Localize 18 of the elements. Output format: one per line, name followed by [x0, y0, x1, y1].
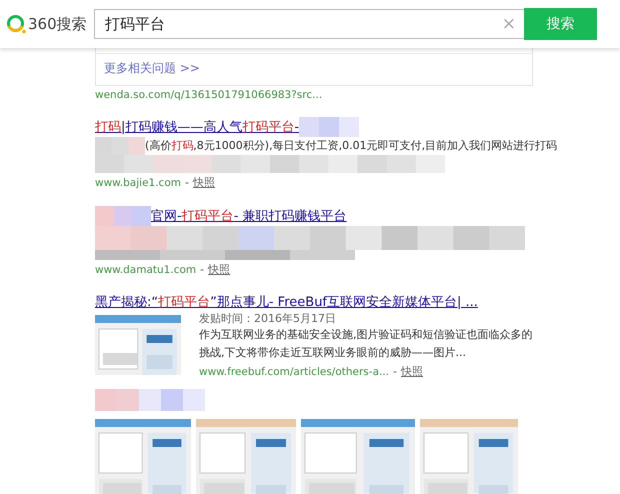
result-snippet: (高价打码,8元1000积分),每日支付工资,0.01元即可支付,目前加入我们网站进行打码 — [145, 138, 558, 154]
result-url[interactable]: www.bajie1.com — [95, 177, 181, 189]
result-snippet: 作为互联网业务的基础安全设施,图片验证码和短信验证也面临众多的挑战,下文将带你走近互联网业务眼前的威胁——图片... — [199, 327, 534, 361]
search-field[interactable]: 打码平台 × — [94, 9, 524, 39]
snapshot-link[interactable]: 快照 — [192, 176, 215, 189]
logo-icon — [6, 14, 26, 34]
separator: - — [184, 176, 189, 189]
separator: - — [393, 365, 397, 378]
result-url[interactable]: wenda.so.com/q/1361501791066983?src... — [95, 89, 620, 101]
result-url[interactable]: www.damatu1.com — [95, 264, 196, 276]
blur-mask — [299, 117, 360, 137]
separator: - — [200, 263, 204, 276]
snapshot-link[interactable]: 快照 — [401, 365, 423, 378]
snapshot-link[interactable]: 快照 — [208, 263, 230, 276]
result-url[interactable]: www.freebuf.com/articles/others-a... — [199, 366, 390, 378]
logo-text: 360搜索 — [28, 14, 87, 34]
post-date: 发贴时间：2016年5月17日 — [199, 311, 337, 326]
more-questions-link[interactable]: 更多相关问题 >> — [104, 61, 200, 75]
